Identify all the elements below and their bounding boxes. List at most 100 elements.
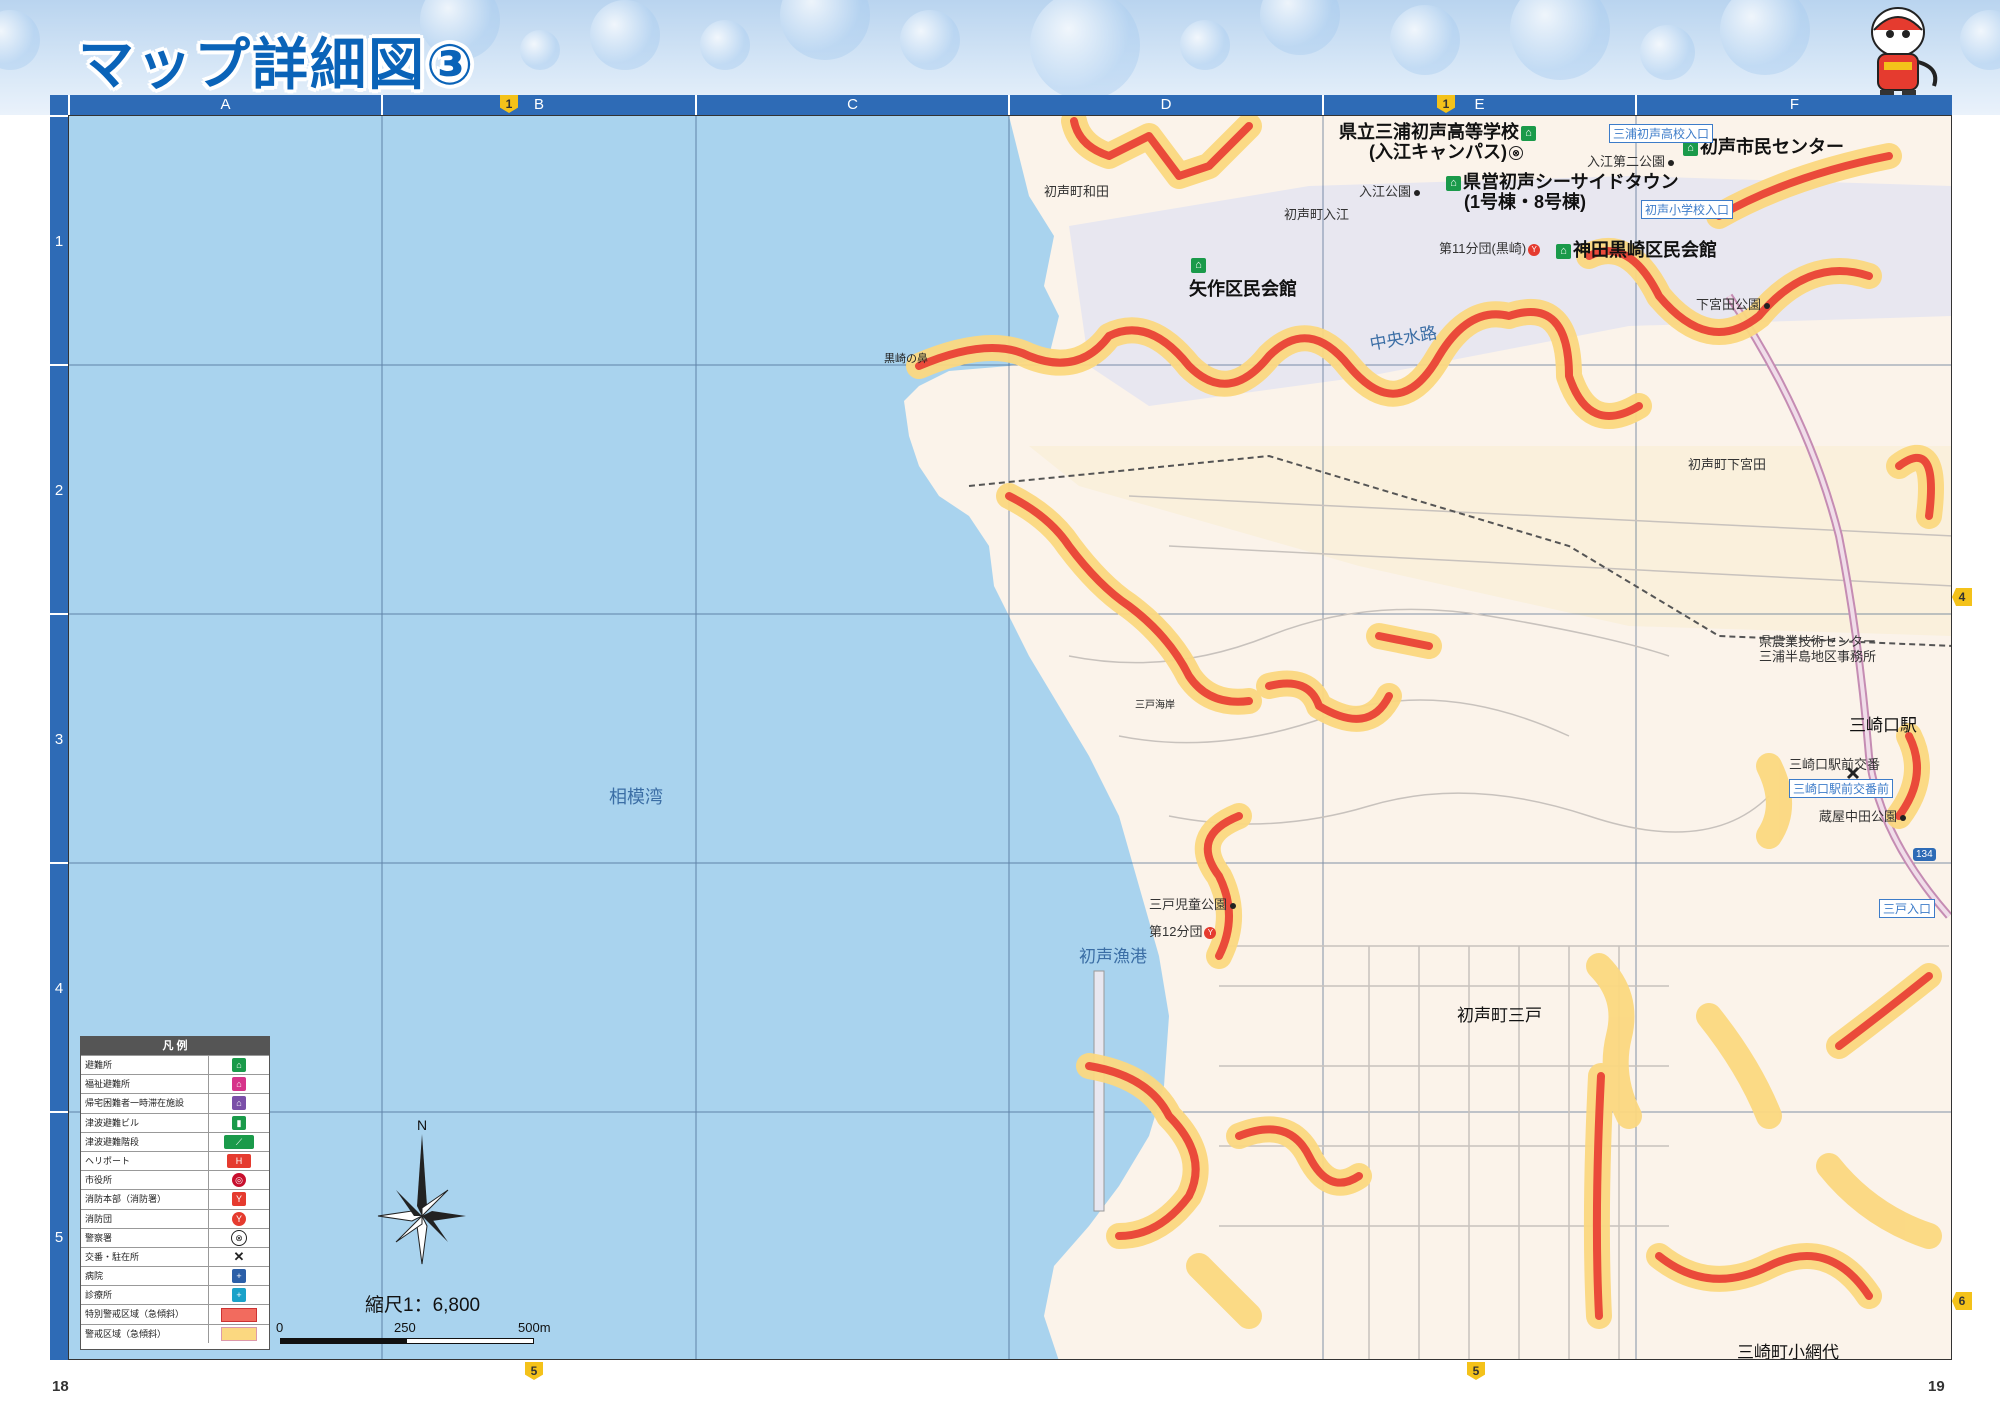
area-label-mito: 初声町三戸 <box>1457 1006 1542 1025</box>
fire-hq-icon: Y <box>232 1192 246 1207</box>
legend-label: 市役所 <box>81 1171 209 1190</box>
decor-bubble <box>1260 0 1340 55</box>
column-header-f: F <box>1635 95 1952 115</box>
legend-label: 福祉避難所 <box>81 1075 209 1094</box>
decor-bubble <box>520 30 560 70</box>
shelter-icon: ⌂ <box>1556 243 1571 259</box>
hazard-map[interactable]: 相模湾 初声漁港 中央水路 黒崎の鼻 三戸海岸 初声町和田 初声町入江 初声町下… <box>68 115 1952 1360</box>
decor-bubble <box>780 0 870 60</box>
police-icon: ⊗ <box>1509 146 1523 161</box>
point-icon <box>1900 814 1907 821</box>
port-pier <box>1093 970 1105 1212</box>
legend-label: 津波避難階段 <box>81 1132 209 1151</box>
legend-label: 診療所 <box>81 1286 209 1305</box>
legend-label: 避難所 <box>81 1056 209 1075</box>
facility-label: 三浦半島地区事務所 <box>1759 649 1877 664</box>
legend-row: 消防本部（消防署） Y <box>81 1189 269 1209</box>
column-header-a: A <box>68 95 381 115</box>
seaside-town-label-2: (1号棟・8号棟) <box>1464 192 1587 212</box>
school-label-2: (入江キャンパス) ⊗ <box>1369 138 1525 164</box>
decor-bubble <box>1030 0 1140 100</box>
koban-icon: ✕ <box>232 1248 246 1264</box>
page-link-marker[interactable]: 4 <box>1952 588 1972 606</box>
kanda-hall-label: ⌂ 神田黒崎区民会館 <box>1554 236 1717 262</box>
park-name: 蔵屋中田公園 <box>1819 809 1898 824</box>
legend-row: 特別警戒区域（急傾斜） <box>81 1304 269 1324</box>
tsunami-building-icon: ⌂ <box>1446 175 1461 191</box>
legend-row: 診療所 + <box>81 1285 269 1305</box>
park-label: 入江公園 <box>1359 181 1423 200</box>
decor-bubble <box>1720 0 1810 75</box>
legend-row: 避難所 ⌂ <box>81 1055 269 1075</box>
park-name: 入江第二公園 <box>1587 154 1666 169</box>
column-header-e: E <box>1322 95 1635 115</box>
decor-bubble <box>1510 0 1610 80</box>
page-link-marker[interactable]: 5 <box>525 1362 543 1380</box>
legend-label: 病院 <box>81 1267 209 1286</box>
legend-label: 津波避難ビル <box>81 1113 209 1132</box>
tsunami-building-icon: ▮ <box>232 1115 246 1130</box>
clinic-icon: + <box>232 1288 246 1303</box>
row-header-bar: 1 2 3 4 5 <box>50 115 68 1360</box>
row-header-4: 4 <box>50 862 68 1111</box>
map-legend: 凡 例 避難所 ⌂ 福祉避難所 ⌂ 帰宅困難者一時滞在施設 ⌂ 津波避難ビル ▮ 津波避… <box>80 1036 270 1350</box>
legend-row: 消防団 Y <box>81 1208 269 1228</box>
area-label-koamishiro: 三崎町小網代 <box>1737 1343 1839 1360</box>
kanda-hall-name: 神田黒崎区民会館 <box>1573 240 1717 260</box>
legend-row: ヘリポート H <box>81 1150 269 1171</box>
compass-rose-icon: N <box>377 1117 466 1265</box>
park-label: 下宮田公園 <box>1696 294 1773 313</box>
legend-row: 津波避難階段 ⟋ <box>81 1131 269 1151</box>
area-label-shimomiyada: 初声町下宮田 <box>1688 457 1767 472</box>
sea-label: 相模湾 <box>609 787 663 807</box>
fire-brigade-icon: Y <box>1528 243 1541 256</box>
route-134-badge: 134 <box>1913 848 1936 861</box>
decor-bubble <box>1960 10 2000 70</box>
row-header-5: 5 <box>50 1111 68 1360</box>
legend-row: 福祉避難所 ⌂ <box>81 1074 269 1094</box>
firefighter-mascot-icon <box>1871 7 1938 104</box>
fire-brigade-name: 第12分団 <box>1149 924 1203 939</box>
point-icon <box>1230 902 1237 909</box>
fishing-port-label: 初声漁港 <box>1079 947 1147 966</box>
yasaku-hall-name: 矢作区民会館 <box>1189 279 1297 299</box>
road-tag: 三戸入口 <box>1879 899 1936 918</box>
fire-brigade-name: 第11分団(黒崎) <box>1439 241 1527 256</box>
legend-row: 交番・駐在所 ✕ <box>81 1246 269 1267</box>
park-name: 入江公園 <box>1359 184 1412 199</box>
warning-zone-swatch <box>221 1326 257 1341</box>
road-tag: 三崎口駅前交番前 <box>1789 779 1894 798</box>
column-header-c: C <box>695 95 1008 115</box>
scale-tick: 250 <box>394 1320 416 1335</box>
fire-brigade-label: 第12分団 Y <box>1149 921 1218 940</box>
police-icon: ⊗ <box>231 1229 247 1246</box>
shelter-icon: ⌂ <box>1683 140 1698 156</box>
tsunami-stairs-icon: ⟋ <box>224 1134 254 1149</box>
legend-row: 市役所 ◎ <box>81 1170 269 1190</box>
map-canvas <box>69 116 1951 1359</box>
park-label: 蔵屋中田公園 <box>1819 806 1909 825</box>
park-name: 下宮田公園 <box>1696 297 1762 312</box>
yasaku-hall-label: ⌂ 矢作区民会館 <box>1189 254 1297 301</box>
civic-center-name: 初声市民センター <box>1700 137 1844 157</box>
scale-bar-graphic <box>280 1338 534 1344</box>
legend-row: 病院 + <box>81 1266 269 1286</box>
column-header-b: B <box>381 95 695 115</box>
fire-brigade-label: 第11分団(黒崎) Y <box>1439 238 1542 257</box>
scale-tick: 0 <box>276 1320 284 1335</box>
page-link-marker[interactable]: 6 <box>1952 1292 1972 1310</box>
station-label: 三崎口駅 <box>1849 716 1917 735</box>
page-link-marker[interactable]: 5 <box>1467 1362 1485 1380</box>
row-header-2: 2 <box>50 364 68 613</box>
legend-row: 警察署 ⊗ <box>81 1227 269 1247</box>
legend-label: ヘリポート <box>81 1151 209 1171</box>
legend-label: 帰宅困難者一時滞在施設 <box>81 1094 209 1113</box>
page-number-left: 18 <box>52 1378 69 1395</box>
coast-label: 三戸海岸 <box>1135 700 1175 711</box>
legend-label: 特別警戒区域（急傾斜） <box>81 1305 209 1324</box>
page-title: マップ詳細図③ <box>78 33 476 98</box>
area-label-wada: 初声町和田 <box>1044 184 1110 199</box>
legend-label: 警察署 <box>81 1228 209 1247</box>
temporary-stay-icon: ⌂ <box>232 1096 246 1111</box>
shelter-icon: ⌂ <box>1191 257 1206 273</box>
